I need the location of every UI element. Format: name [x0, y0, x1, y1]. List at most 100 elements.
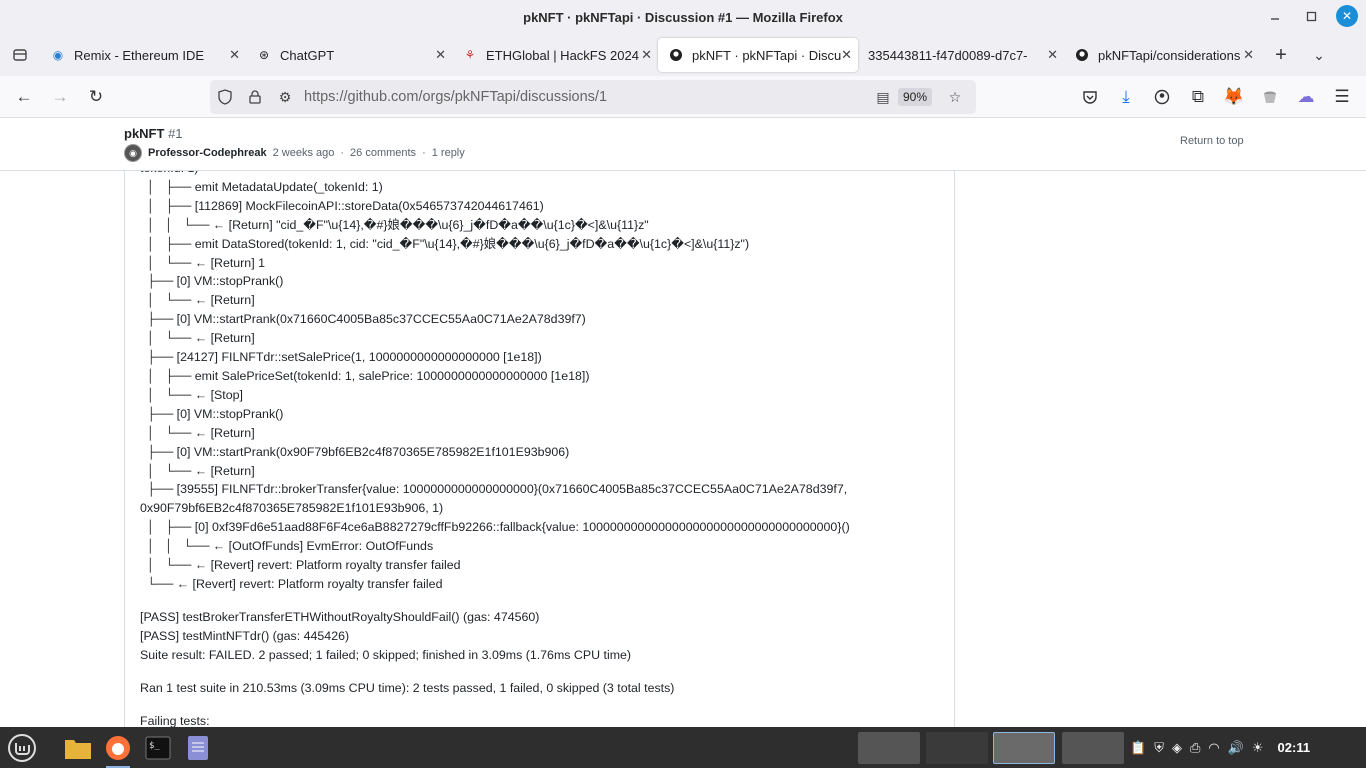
- discussion-number: #1: [168, 126, 183, 141]
- tab-label: Remix - Ethereum IDE: [74, 47, 205, 63]
- system-tray: 📋 ⛨ ◈ ⎙ ◠ 🔊 ☀ 02:11: [1130, 727, 1310, 768]
- trace-line: │ ├── [0] 0xf39Fd6e51aad88F6F4ce6aB88272…: [140, 520, 850, 535]
- tab-label: ChatGPT: [280, 47, 335, 63]
- ethglobal-icon: ⚘: [464, 48, 476, 62]
- navigation-bar: ← → ↻ ⚙ https://github.com/orgs/pkNFTapi…: [0, 76, 1366, 118]
- pocket-icon[interactable]: [1074, 79, 1106, 115]
- minimize-button[interactable]: [1264, 5, 1286, 27]
- reader-view-icon[interactable]: ▤: [868, 89, 898, 106]
- new-tab-button[interactable]: +: [1264, 44, 1298, 67]
- close-tab-icon[interactable]: ✕: [641, 47, 652, 63]
- trace-line: │ └── ← [Return]: [140, 331, 255, 346]
- author-link[interactable]: Professor-Codephreak: [148, 147, 267, 159]
- files-icon[interactable]: [58, 727, 98, 768]
- text-editor-icon[interactable]: [178, 727, 218, 768]
- trace-line: │ ├── emit DataStored(tokenId: 1, cid: "…: [140, 236, 750, 251]
- maximize-button[interactable]: [1300, 5, 1322, 27]
- back-button[interactable]: ←: [6, 79, 42, 115]
- chatgpt-icon: ⊛: [258, 48, 270, 62]
- close-tab-icon[interactable]: ✕: [229, 47, 240, 63]
- forward-button[interactable]: →: [42, 79, 78, 115]
- tab-remix[interactable]: ◉ Remix - Ethereum IDE ✕: [40, 38, 246, 72]
- window-controls: ✕: [1264, 5, 1358, 27]
- clock[interactable]: 02:11: [1278, 740, 1311, 755]
- menu-icon[interactable]: ☰: [1326, 79, 1358, 115]
- tab-image[interactable]: 335443811-f47d0089-d7c7- ✕: [858, 38, 1064, 72]
- toolbar-right: ⤓ ⧉ 🦊 ☁ ☰: [1074, 76, 1358, 118]
- volume-icon[interactable]: 🔊: [1228, 740, 1244, 756]
- discussion-title-text: pkNFT: [124, 126, 165, 141]
- remix-icon: ◉: [52, 48, 64, 62]
- tab-label: pkNFTapi/considerations: [1098, 47, 1241, 63]
- extension-cup-icon[interactable]: [1254, 79, 1286, 115]
- trace-line: │ └── ← [Return] 1: [140, 255, 265, 270]
- window-preview[interactable]: [1062, 732, 1124, 764]
- test-trace-output: tokenId: 1) │ ├── emit MetadataUpdate(_t…: [140, 171, 850, 594]
- account-icon[interactable]: [1146, 79, 1178, 115]
- close-window-button[interactable]: ✕: [1336, 5, 1358, 27]
- reply-count: 1 reply: [431, 147, 465, 159]
- svg-text:$_: $_: [149, 741, 160, 751]
- zoom-level[interactable]: 90%: [897, 88, 932, 106]
- return-to-top-link[interactable]: Return to top: [1180, 135, 1244, 147]
- avatar[interactable]: ◉: [124, 144, 142, 162]
- tab-considerations[interactable]: pkNFTapi/considerations ✕: [1064, 38, 1260, 72]
- tracking-protection-icon[interactable]: [210, 89, 240, 105]
- window-preview[interactable]: [926, 732, 988, 764]
- trace-line: │ └── ← [Return]: [140, 425, 255, 440]
- trace-line: 0x90F79bf6EB2c4f870365E785982E1f101E93b9…: [140, 501, 444, 516]
- suite-result: Suite result: FAILED. 2 passed; 1 failed…: [140, 648, 632, 662]
- metamask-icon[interactable]: 🦊: [1218, 79, 1250, 115]
- trace-line: ├── [39555] FILNFTdr::brokerTransfer{val…: [140, 482, 848, 497]
- bookmark-star-icon[interactable]: ☆: [940, 89, 970, 106]
- github-icon: [1074, 47, 1090, 63]
- trace-line: tokenId: 1): [140, 171, 850, 178]
- extension-cloud-icon[interactable]: ☁: [1290, 79, 1322, 115]
- trace-line: ├── [0] VM::startPrank(0x71660C4005Ba85c…: [140, 312, 586, 327]
- trace-line: │ └── ← [Revert] revert: Platform royalt…: [140, 558, 461, 573]
- tab-strip: ◉ Remix - Ethereum IDE ✕ ⊛ ChatGPT ✕ ⚘ E…: [0, 34, 1366, 76]
- wifi-icon[interactable]: ◠: [1208, 740, 1219, 756]
- firefox-icon[interactable]: [98, 727, 138, 768]
- discussion-title: pkNFT #1: [124, 126, 183, 141]
- window-titlebar: pkNFT · pkNFTapi · Discussion #1 — Mozil…: [0, 0, 1366, 34]
- url-text[interactable]: https://github.com/orgs/pkNFTapi/discuss…: [304, 89, 868, 105]
- window-preview[interactable]: [993, 732, 1055, 764]
- discussion-sticky-header: pkNFT #1 ◉ Professor-Codephreak 2 weeks …: [0, 118, 1366, 171]
- test-pass-line: [PASS] testBrokerTransferETHWithoutRoyal…: [140, 610, 540, 624]
- trace-line: ├── [24127] FILNFTdr::setSalePrice(1, 10…: [140, 350, 542, 365]
- mint-menu-icon[interactable]: [2, 727, 42, 768]
- permissions-icon[interactable]: ⚙: [270, 89, 300, 106]
- trace-line: │ ├── [112869] MockFilecoinAPI::storeDat…: [140, 198, 544, 213]
- firefox-view-button[interactable]: [0, 34, 40, 76]
- printer-icon[interactable]: ⎙: [1190, 740, 1200, 756]
- shield-icon[interactable]: ⛨: [1154, 740, 1164, 756]
- close-tab-icon[interactable]: ✕: [841, 47, 852, 63]
- tab-chatgpt[interactable]: ⊛ ChatGPT ✕: [246, 38, 452, 72]
- window-preview[interactable]: [858, 732, 920, 764]
- comment-count: 26 comments: [350, 147, 417, 159]
- lock-icon[interactable]: [240, 90, 270, 104]
- terminal-icon[interactable]: $_: [138, 727, 178, 768]
- tab-pknft-discussion[interactable]: pkNFT · pkNFTapi · Discu ✕: [658, 38, 858, 72]
- test-pass-line: [PASS] testMintNFTdr() (gas: 445426): [140, 629, 350, 643]
- url-bar[interactable]: ⚙ https://github.com/orgs/pkNFTapi/discu…: [210, 80, 976, 114]
- trace-line: │ │ └── ← [Return] "cid_�F"\u{14},�#}娘��…: [140, 217, 649, 232]
- window-title: pkNFT · pkNFTapi · Discussion #1 — Mozil…: [523, 9, 843, 25]
- tab-label: 335443811-f47d0089-d7c7-: [868, 47, 1028, 63]
- clipboard-icon[interactable]: 📋: [1130, 740, 1146, 756]
- comment-body: tokenId: 1) │ ├── emit MetadataUpdate(_t…: [124, 171, 955, 727]
- brightness-icon[interactable]: ☀: [1252, 740, 1264, 756]
- list-all-tabs-button[interactable]: ⌄: [1302, 47, 1336, 64]
- close-tab-icon[interactable]: ✕: [1243, 47, 1254, 63]
- extensions-icon[interactable]: ⧉: [1182, 79, 1214, 115]
- close-tab-icon[interactable]: ✕: [1047, 47, 1058, 63]
- reload-button[interactable]: ↻: [78, 79, 114, 115]
- trace-line: │ └── ← [Return]: [140, 293, 255, 308]
- tab-ethglobal[interactable]: ⚘ ETHGlobal | HackFS 2024 ✕: [452, 38, 658, 72]
- separator: ·: [422, 147, 426, 159]
- nvidia-icon[interactable]: ◈: [1172, 740, 1182, 756]
- close-tab-icon[interactable]: ✕: [435, 47, 446, 63]
- downloads-icon[interactable]: ⤓: [1110, 79, 1142, 115]
- tab-label: pkNFT · pkNFTapi · Discu: [692, 47, 842, 63]
